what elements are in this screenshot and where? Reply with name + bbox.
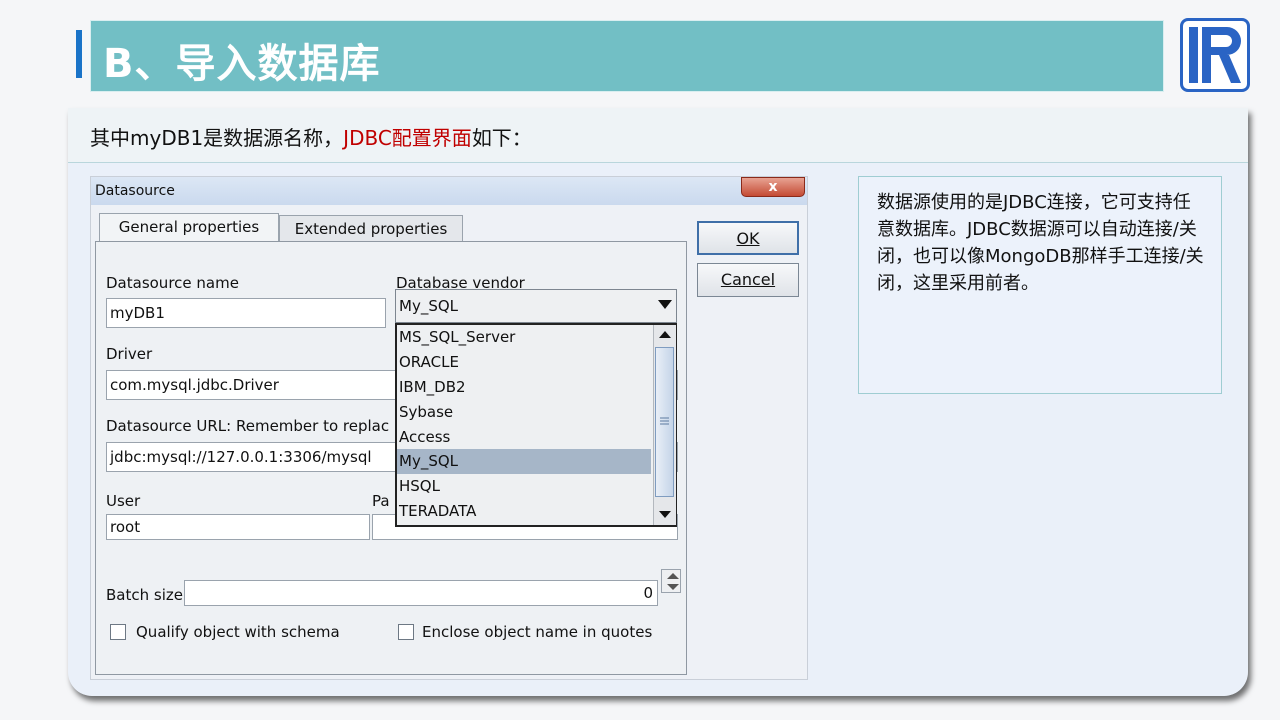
user-input[interactable]: root: [106, 514, 370, 540]
subtitle-suffix: 如下：: [471, 126, 532, 150]
spin-down-icon[interactable]: [667, 584, 679, 590]
batch-size-label: Batch size: [106, 586, 183, 604]
vendor-option-sybase[interactable]: Sybase: [397, 400, 651, 425]
cancel-button[interactable]: Cancel: [697, 263, 799, 297]
qualify-schema-checkbox[interactable]: [110, 624, 126, 640]
close-button[interactable]: x: [741, 177, 805, 197]
chevron-down-icon[interactable]: [658, 300, 672, 309]
tab-extended-properties[interactable]: Extended properties: [279, 215, 463, 243]
enclose-quotes-checkbox[interactable]: [398, 624, 414, 640]
vendor-option-hsql[interactable]: HSQL: [397, 474, 651, 499]
database-vendor-select[interactable]: My_SQL: [395, 289, 677, 323]
scroll-up-icon[interactable]: [659, 331, 671, 338]
vendor-option-my-sql[interactable]: My_SQL: [397, 449, 651, 474]
datasource-url-label: Datasource URL: Remember to replac: [106, 417, 390, 435]
subtitle-band: 其中myDB1是数据源名称，JDBC配置界面如下：: [68, 108, 1248, 163]
vendor-option-ms-sql-server[interactable]: MS_SQL_Server: [397, 325, 651, 350]
batch-size-input[interactable]: 0: [184, 580, 658, 606]
subtitle-prefix: 其中myDB1是数据源名称，: [90, 126, 344, 150]
datasource-name-label: Datasource name: [106, 274, 239, 292]
vendor-option-access[interactable]: Access: [397, 425, 651, 450]
company-logo: [1180, 18, 1250, 92]
note-box: 数据源使用的是JDBC连接，它可支持任意数据库。JDBC数据源可以自动连接/关闭…: [858, 176, 1222, 394]
datasource-dialog: Datasource x General properties Extended…: [90, 176, 808, 680]
driver-label: Driver: [106, 345, 153, 363]
enclose-quotes-label: Enclose object name in quotes: [422, 623, 653, 641]
password-label: Pa: [372, 492, 390, 510]
datasource-name-input[interactable]: myDB1: [106, 298, 386, 328]
scrollbar-thumb[interactable]: [655, 347, 674, 497]
vendor-dropdown-list[interactable]: MS_SQL_Server ORACLE IBM_DB2 Sybase Acce…: [395, 323, 677, 527]
qualify-schema-label: Qualify object with schema: [136, 623, 340, 641]
vendor-selected-value: My_SQL: [399, 297, 459, 315]
content-card: 其中myDB1是数据源名称，JDBC配置界面如下： Datasource x G…: [68, 108, 1248, 696]
vendor-option-oracle[interactable]: ORACLE: [397, 350, 651, 375]
dialog-titlebar: Datasource x: [91, 177, 807, 205]
tab-general-properties[interactable]: General properties: [99, 213, 279, 243]
subtitle-highlight: JDBC配置界面: [343, 126, 472, 150]
ok-button[interactable]: OK: [697, 221, 799, 255]
grip-icon: [660, 417, 669, 425]
title-accent-bar: [76, 30, 82, 78]
scroll-down-icon[interactable]: [659, 511, 671, 518]
spin-up-icon[interactable]: [667, 573, 679, 579]
vendor-option-teradata[interactable]: TERADATA: [397, 499, 651, 524]
title-bar: B、导入数据库: [90, 20, 1164, 92]
user-label: User: [106, 492, 141, 510]
slide-title: B、导入数据库: [103, 41, 381, 87]
batch-size-spinner[interactable]: [661, 569, 681, 593]
dialog-title: Datasource: [95, 183, 175, 199]
vendor-option-ibm-db2[interactable]: IBM_DB2: [397, 375, 651, 400]
dropdown-scrollbar[interactable]: [653, 325, 676, 525]
slide-subtitle: 其中myDB1是数据源名称，JDBC配置界面如下：: [90, 122, 532, 151]
logo-r-icon: [1189, 27, 1241, 83]
